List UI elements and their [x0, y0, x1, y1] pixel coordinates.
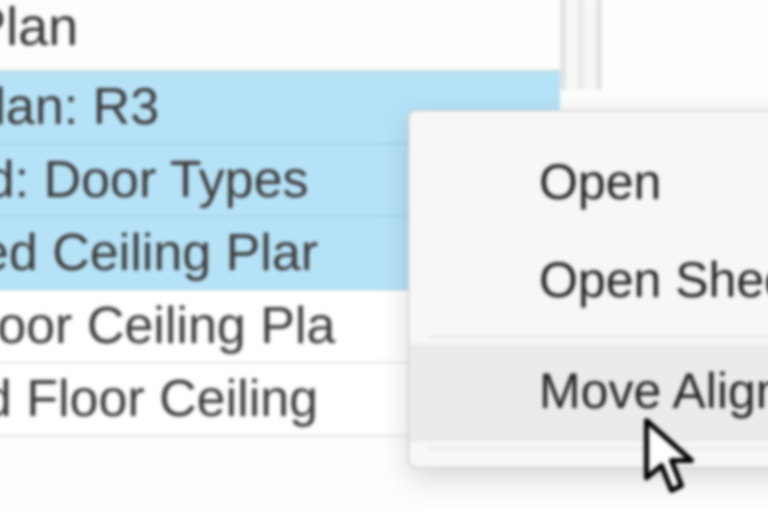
menu-item-open-sheet[interactable]: Open Shee — [409, 233, 768, 331]
panel-heading: oof Plan — [0, 0, 560, 70]
menu-separator — [429, 337, 768, 338]
menu-item-move-align[interactable]: Move Align — [409, 344, 768, 442]
menu-separator — [429, 448, 768, 449]
scroll-track[interactable] — [560, 0, 620, 90]
context-menu: Open Open Shee Move Align — [408, 110, 768, 468]
menu-item-open[interactable]: Open — [409, 135, 768, 233]
